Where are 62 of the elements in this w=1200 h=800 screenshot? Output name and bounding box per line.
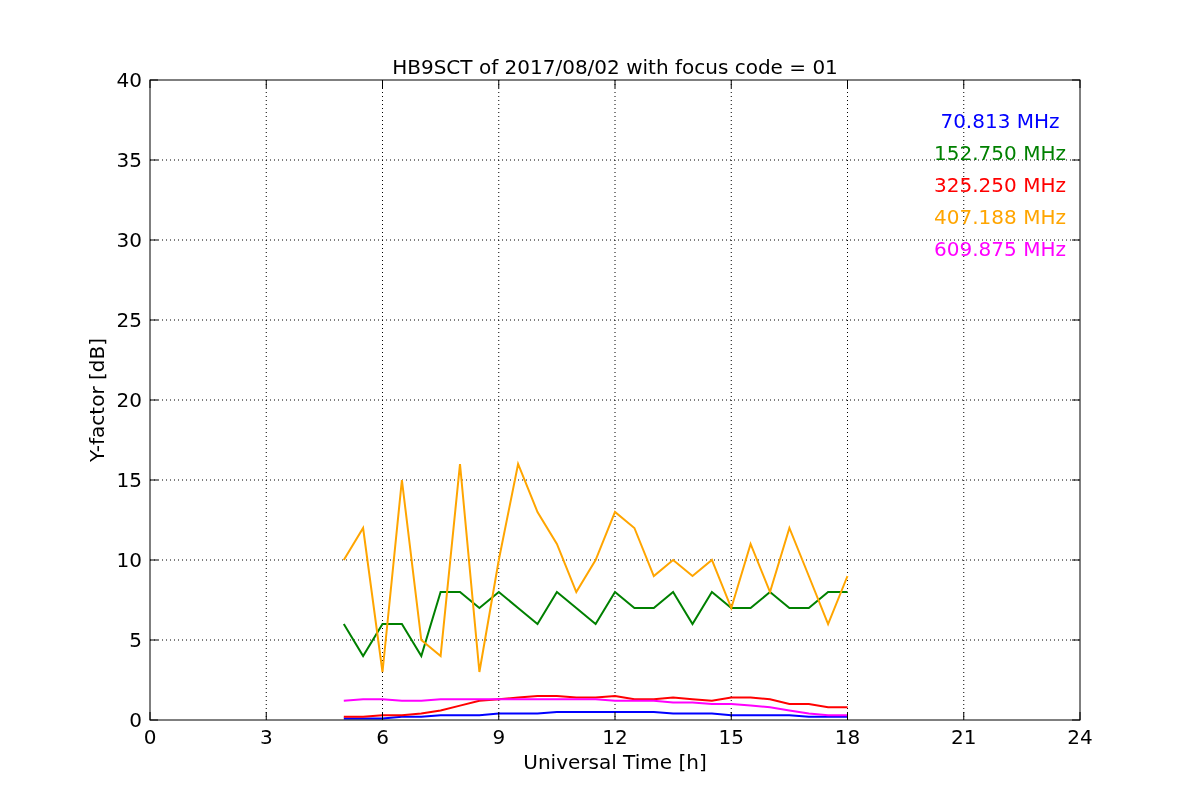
y-tick-mark (1071, 239, 1081, 241)
y-tick-mark (1071, 319, 1081, 321)
y-tick-label: 35 (116, 148, 142, 172)
x-tick-mark (1079, 711, 1081, 721)
legend-label: 152.750 MHz (934, 141, 1066, 165)
y-tick-mark (1071, 79, 1081, 81)
y-tick-label: 20 (116, 388, 142, 412)
x-tick-mark (963, 79, 965, 89)
y-tick-mark (149, 239, 159, 241)
x-axis-label: Universal Time [h] (523, 750, 707, 774)
x-tick-mark (382, 711, 383, 721)
x-tick-label: 21 (951, 725, 977, 749)
x-tick-mark (847, 711, 848, 721)
x-tick-label: 18 (834, 725, 861, 749)
y-tick-mark (149, 159, 159, 161)
y-tick-mark (149, 479, 159, 481)
y-tick-mark (149, 719, 159, 721)
y-tick-label: 10 (116, 548, 142, 572)
x-tick-mark (614, 79, 616, 89)
y-tick-mark (149, 79, 159, 81)
x-tick-mark (730, 79, 732, 89)
x-tick-mark (149, 79, 151, 89)
legend-label: 609.875 MHz (934, 237, 1066, 261)
y-tick-label: 5 (129, 628, 142, 652)
y-tick-mark (1071, 479, 1081, 481)
x-tick-mark (382, 79, 383, 89)
x-tick-mark (149, 711, 151, 721)
y-tick-mark (149, 559, 159, 561)
y-tick-mark (1071, 159, 1081, 161)
y-tick-mark (1071, 559, 1081, 561)
y-tick-mark (1071, 719, 1081, 721)
y-tick-mark (149, 639, 159, 641)
x-tick-mark (1079, 79, 1081, 89)
y-tick-mark (149, 399, 159, 401)
x-tick-label: 15 (718, 725, 744, 749)
x-tick-mark (730, 711, 732, 721)
x-tick-mark (498, 711, 500, 721)
x-tick-label: 12 (602, 725, 628, 749)
x-tick-label: 0 (143, 725, 157, 749)
y-tick-label: 15 (116, 468, 142, 492)
x-tick-mark (614, 711, 616, 721)
x-tick-mark (847, 79, 848, 89)
x-tick-mark (265, 79, 267, 89)
y-tick-label: 25 (116, 308, 142, 332)
x-tick-label: 24 (1067, 725, 1093, 749)
x-tick-mark (963, 711, 965, 721)
y-tick-mark (149, 319, 159, 321)
x-tick-label: 3 (259, 725, 273, 749)
x-tick-mark (498, 79, 500, 89)
legend-label: 325.250 MHz (934, 173, 1066, 197)
x-tick-label: 9 (492, 725, 506, 749)
legend-label: 70.813 MHz (940, 109, 1060, 133)
y-tick-label: 30 (116, 228, 142, 252)
legend-label: 407.188 MHz (934, 205, 1066, 229)
y-tick-mark (1071, 399, 1081, 401)
chart-title: HB9SCT of 2017/08/02 with focus code = 01 (392, 55, 838, 79)
y-tick-label: 0 (129, 708, 142, 732)
y-tick-label: 40 (116, 68, 142, 92)
y-axis-label: Y-factor [dB] (85, 338, 109, 462)
x-tick-mark (265, 711, 267, 721)
y-tick-mark (1071, 639, 1081, 641)
x-tick-label: 6 (376, 725, 389, 749)
